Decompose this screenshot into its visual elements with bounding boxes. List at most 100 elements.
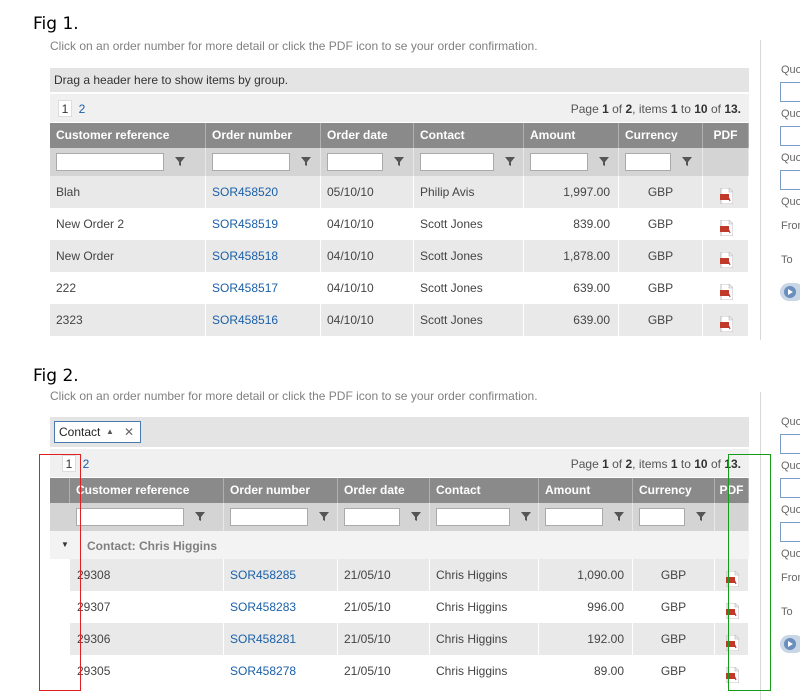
cell-customer-reference: 29306 — [70, 623, 224, 655]
cell-order-number[interactable]: SOR458281 — [224, 623, 338, 655]
order-number-link[interactable]: SOR458520 — [212, 185, 278, 199]
filter-funnel-icon[interactable] — [410, 510, 422, 522]
cell-order-number[interactable]: SOR458520 — [206, 176, 321, 208]
filter-input-order-number[interactable] — [212, 153, 290, 171]
filter-funnel-icon[interactable] — [520, 510, 532, 522]
table-row[interactable]: Blah SOR458520 05/10/10 Philip Avis 1,997.00… — [50, 176, 749, 208]
group-chip-contact[interactable]: Contact ▲ ✕ — [54, 421, 141, 443]
cell-order-number[interactable]: SOR458285 — [224, 559, 338, 591]
column-header-customer-reference[interactable]: Customer reference — [70, 478, 224, 503]
column-header-customer-reference[interactable]: Customer reference — [50, 123, 206, 148]
order-number-link[interactable]: SOR458519 — [212, 217, 278, 231]
table-row[interactable]: New Order SOR458518 04/10/10 Scott Jones 1,8… — [50, 240, 749, 272]
filter-input-customer-reference[interactable] — [56, 153, 164, 171]
cell-order-number[interactable]: SOR458516 — [206, 304, 321, 336]
filter-input-amount[interactable] — [530, 153, 588, 171]
filter-input-order-date[interactable] — [327, 153, 383, 171]
filter-funnel-icon[interactable] — [174, 155, 186, 167]
cell-order-number[interactable]: SOR458517 — [206, 272, 321, 304]
order-number-link[interactable]: SOR458281 — [230, 632, 296, 646]
cell-order-number[interactable]: SOR458518 — [206, 240, 321, 272]
table-row[interactable]: 29305 SOR458278 21/05/10 Chris Higgins 89.00… — [50, 655, 749, 687]
group-row[interactable]: ▼ Contact: Chris Higgins — [50, 531, 749, 559]
side-field-input[interactable] — [780, 82, 800, 102]
filter-funnel-icon[interactable] — [300, 155, 312, 167]
column-header-pdf[interactable]: PDF — [703, 123, 749, 148]
filter-input-currency[interactable] — [625, 153, 671, 171]
cell-pdf[interactable] — [703, 208, 749, 240]
order-number-link[interactable]: SOR458517 — [212, 281, 278, 295]
side-field-label: Quo — [781, 460, 800, 472]
pdf-icon[interactable] — [719, 248, 734, 269]
pdf-icon[interactable] — [719, 312, 734, 333]
table-row[interactable]: 29306 SOR458281 21/05/10 Chris Higgins 192.0… — [50, 623, 749, 655]
cell-order-date: 04/10/10 — [321, 208, 414, 240]
filter-funnel-icon[interactable] — [194, 510, 206, 522]
side-field-input[interactable] — [780, 434, 800, 454]
filter-funnel-icon[interactable] — [681, 155, 693, 167]
filter-input-customer-reference[interactable] — [76, 508, 184, 526]
red-highlight-box — [39, 454, 81, 691]
cell-pdf[interactable] — [703, 176, 749, 208]
side-go-button[interactable] — [780, 283, 800, 301]
table-row[interactable]: 222 SOR458517 04/10/10 Scott Jones 639.00 GBP — [50, 272, 749, 304]
column-header-amount[interactable]: Amount — [539, 478, 633, 503]
order-number-link[interactable]: SOR458516 — [212, 313, 278, 327]
cell-order-number[interactable]: SOR458278 — [224, 655, 338, 687]
cell-order-number[interactable]: SOR458283 — [224, 591, 338, 623]
page-1-button[interactable]: 1 — [58, 100, 72, 117]
column-header-contact[interactable]: Contact — [430, 478, 539, 503]
column-header-amount[interactable]: Amount — [524, 123, 619, 148]
filter-input-order-date[interactable] — [344, 508, 400, 526]
column-header-contact[interactable]: Contact — [414, 123, 524, 148]
column-header-order-date[interactable]: Order date — [321, 123, 414, 148]
table-row[interactable]: New Order 2 SOR458519 04/10/10 Scott Jones 8… — [50, 208, 749, 240]
filter-funnel-icon[interactable] — [598, 155, 610, 167]
cell-contact: Scott Jones — [414, 240, 524, 272]
column-header-order-number[interactable]: Order number — [224, 478, 338, 503]
cell-amount: 1,090.00 — [539, 559, 633, 591]
pdf-icon[interactable] — [719, 184, 734, 205]
sort-ascending-icon[interactable]: ▲ — [106, 422, 114, 442]
cell-order-date: 05/10/10 — [321, 176, 414, 208]
filter-funnel-icon[interactable] — [393, 155, 405, 167]
page-2-link[interactable]: 2 — [79, 456, 93, 473]
side-go-button[interactable] — [780, 635, 800, 653]
filter-funnel-icon[interactable] — [613, 510, 625, 522]
order-number-link[interactable]: SOR458285 — [230, 568, 296, 582]
remove-group-icon[interactable]: ✕ — [124, 422, 134, 442]
filter-input-contact[interactable] — [436, 508, 510, 526]
side-field-input[interactable] — [780, 478, 800, 498]
pdf-icon[interactable] — [719, 216, 734, 237]
column-header-order-number[interactable]: Order number — [206, 123, 321, 148]
column-header-currency[interactable]: Currency — [633, 478, 715, 503]
order-number-link[interactable]: SOR458518 — [212, 249, 278, 263]
column-header-order-date[interactable]: Order date — [338, 478, 430, 503]
filter-input-amount[interactable] — [545, 508, 603, 526]
filter-input-currency[interactable] — [639, 508, 685, 526]
filter-funnel-icon[interactable] — [504, 155, 516, 167]
cell-customer-reference: 222 — [50, 272, 206, 304]
column-header-currency[interactable]: Currency — [619, 123, 703, 148]
cell-order-number[interactable]: SOR458519 — [206, 208, 321, 240]
cell-pdf[interactable] — [703, 240, 749, 272]
table-row[interactable]: 29308 SOR458285 21/05/10 Chris Higgins 1,090… — [50, 559, 749, 591]
side-field-input[interactable] — [780, 522, 800, 542]
side-field-input[interactable] — [780, 126, 800, 146]
filter-input-contact[interactable] — [420, 153, 494, 171]
filter-input-order-number[interactable] — [230, 508, 308, 526]
fig1-group-drop-area[interactable]: Drag a header here to show items by grou… — [50, 68, 749, 92]
filter-funnel-icon[interactable] — [318, 510, 330, 522]
pdf-icon[interactable] — [719, 280, 734, 301]
filter-funnel-icon[interactable] — [695, 510, 707, 522]
side-field-input[interactable] — [780, 170, 800, 190]
order-number-link[interactable]: SOR458283 — [230, 600, 296, 614]
table-row[interactable]: 2323 SOR458516 04/10/10 Scott Jones 639.00 GB… — [50, 304, 749, 336]
table-row[interactable]: 29307 SOR458283 21/05/10 Chris Higgins 996.0… — [50, 591, 749, 623]
cell-customer-reference: 29308 — [70, 559, 224, 591]
cell-amount: 839.00 — [524, 208, 619, 240]
page-2-link[interactable]: 2 — [75, 101, 89, 118]
order-number-link[interactable]: SOR458278 — [230, 664, 296, 678]
cell-pdf[interactable] — [703, 272, 749, 304]
cell-pdf[interactable] — [703, 304, 749, 336]
